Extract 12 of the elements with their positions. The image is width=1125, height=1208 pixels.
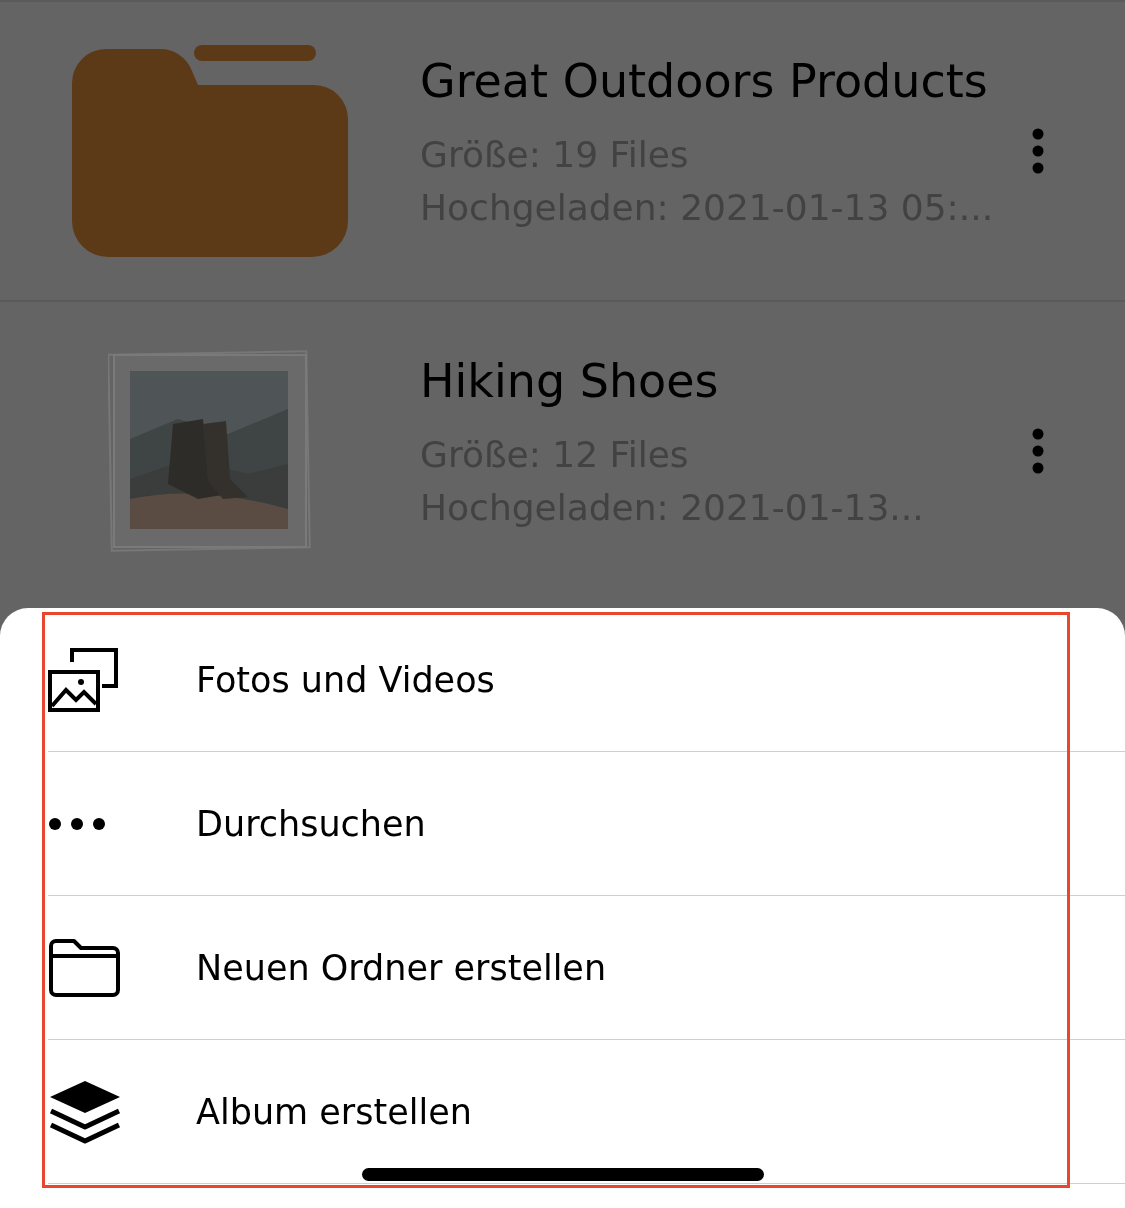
menu-item[interactable]: Fotos und Videos [48, 608, 1125, 752]
menu-item[interactable]: Durchsuchen [48, 752, 1125, 896]
file-title: Hiking Shoes [420, 354, 720, 408]
folder-icon [72, 45, 348, 257]
more-options-icon[interactable] [1031, 428, 1045, 474]
gallery-icon [48, 647, 118, 712]
layers-icon [48, 1078, 122, 1145]
more-icon [48, 816, 106, 831]
file-title: Great Outdoors Products [420, 54, 989, 108]
more-options-icon[interactable] [1031, 128, 1045, 174]
menu-item[interactable]: Neuen Ordner erstellen [48, 896, 1125, 1040]
folder-icon [48, 937, 122, 998]
